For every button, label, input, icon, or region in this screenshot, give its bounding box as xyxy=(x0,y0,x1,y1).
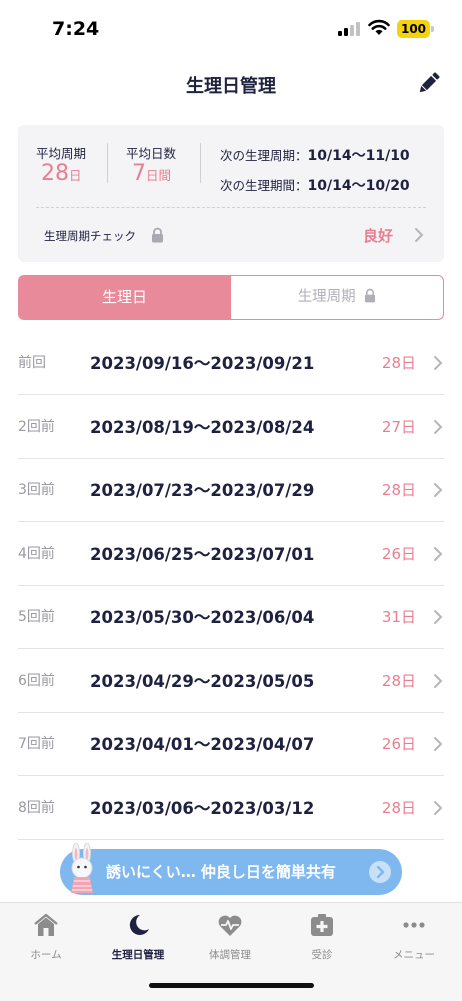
list-item[interactable]: 3回前 2023/07/23〜2023/07/29 28日 xyxy=(0,459,462,522)
cycle-check-row[interactable]: 生理周期チェック 良好 xyxy=(18,215,444,255)
row-cycle-days: 28日 xyxy=(381,481,416,499)
cycle-summary-card: 平均周期 28日 平均日数 7日間 次の生理周期：10/14〜11/10 次の生… xyxy=(18,125,444,262)
chevron-right-icon xyxy=(434,737,443,751)
battery-indicator: 100 xyxy=(397,20,430,38)
row-date-range: 2023/04/01〜2023/04/07 xyxy=(90,735,315,754)
heart-pulse-icon xyxy=(218,915,242,936)
list-item[interactable]: 6回前 2023/04/29〜2023/05/05 28日 xyxy=(0,650,462,713)
row-cycle-days: 28日 xyxy=(381,354,416,372)
row-label: 2回前 xyxy=(18,419,55,435)
tab-period-days[interactable]: 生理日 xyxy=(18,275,231,320)
list-item[interactable]: 前回 2023/09/16〜2023/09/21 28日 xyxy=(0,332,462,395)
next-cycle-label: 次の生理周期： xyxy=(220,148,308,163)
tab-period-management-label: 生理日管理 xyxy=(111,949,165,961)
list-item[interactable]: 4回前 2023/06/25〜2023/07/01 26日 xyxy=(0,523,462,586)
status-time: 7:24 xyxy=(52,18,100,40)
list-item[interactable]: 5回前 2023/05/30〜2023/06/04 31日 xyxy=(0,586,462,649)
list-item[interactable]: 2回前 2023/08/19〜2023/08/24 27日 xyxy=(0,396,462,459)
list-item[interactable]: 7回前 2023/04/01〜2023/04/07 26日 xyxy=(0,713,462,776)
row-cycle-days: 28日 xyxy=(381,799,416,817)
row-date-range: 2023/06/25〜2023/07/01 xyxy=(90,545,315,564)
chevron-right-icon xyxy=(434,547,443,561)
battery-tip xyxy=(431,26,434,32)
tab-menu[interactable]: メニュー xyxy=(368,913,460,962)
next-period-value: 10/14〜10/20 xyxy=(307,178,410,194)
divider xyxy=(200,143,201,183)
chevron-right-icon xyxy=(434,483,443,497)
next-cycle-row: 次の生理周期：10/14〜11/10 xyxy=(220,145,410,165)
avg-cycle-unit: 日 xyxy=(69,168,82,183)
row-label: 前回 xyxy=(18,355,46,371)
row-label: 6回前 xyxy=(18,673,55,689)
avg-days-unit: 日間 xyxy=(146,168,172,183)
row-cycle-days: 26日 xyxy=(381,545,416,563)
tab-home-label: ホーム xyxy=(30,949,62,961)
divider xyxy=(107,143,108,183)
more-dots-icon xyxy=(403,922,425,928)
tab-period-cycle-label: 生理周期 xyxy=(297,289,356,305)
row-divider xyxy=(18,648,444,649)
row-divider xyxy=(18,521,444,522)
home-icon xyxy=(34,913,58,936)
chevron-right-icon xyxy=(434,801,443,815)
avg-days-value: 7 xyxy=(132,161,146,186)
row-label: 4回前 xyxy=(18,546,55,562)
page-title: 生理日管理 xyxy=(186,76,276,97)
row-date-range: 2023/03/06〜2023/03/12 xyxy=(90,799,315,818)
tab-consultation[interactable]: 受診 xyxy=(276,913,368,962)
avg-cycle-stat: 28日 xyxy=(41,161,82,186)
tab-period-cycle[interactable]: 生理周期 xyxy=(231,275,444,320)
tab-home[interactable]: ホーム xyxy=(0,913,92,962)
chevron-right-icon xyxy=(434,674,443,688)
row-label: 8回前 xyxy=(18,800,55,816)
banner-text: 誘いにくい… 仲良し日を簡単共有 xyxy=(106,863,336,881)
row-cycle-days: 27日 xyxy=(381,418,416,436)
next-period-label: 次の生理期間： xyxy=(220,178,308,193)
avg-days-stat: 7日間 xyxy=(132,161,171,186)
tab-menu-label: メニュー xyxy=(393,949,435,961)
lock-icon xyxy=(152,227,163,243)
avg-cycle-label: 平均周期 xyxy=(36,146,87,161)
chevron-right-icon xyxy=(434,356,443,370)
tab-consultation-label: 受診 xyxy=(311,949,333,961)
row-date-range: 2023/09/16〜2023/09/21 xyxy=(90,354,315,373)
next-period-row: 次の生理期間：10/14〜10/20 xyxy=(220,175,410,195)
chevron-right-icon xyxy=(415,228,424,242)
lock-icon xyxy=(365,288,376,303)
avg-cycle-value: 28 xyxy=(41,161,69,186)
medical-cross-icon xyxy=(311,914,333,936)
tab-health[interactable]: 体調管理 xyxy=(184,913,276,962)
bunny-mascot-icon xyxy=(71,843,93,893)
tab-health-label: 体調管理 xyxy=(209,949,251,961)
tab-period-management[interactable]: 生理日管理 xyxy=(92,913,184,962)
arrow-right-circle-icon xyxy=(369,861,391,883)
dashed-divider xyxy=(36,207,426,208)
row-divider xyxy=(18,775,444,776)
edit-pencil-icon[interactable] xyxy=(414,68,444,98)
chevron-right-icon xyxy=(434,610,443,624)
row-label: 5回前 xyxy=(18,609,55,625)
wifi-icon xyxy=(368,19,390,35)
row-cycle-days: 28日 xyxy=(381,672,416,690)
row-divider xyxy=(18,394,444,395)
share-banner[interactable]: 誘いにくい… 仲良し日を簡単共有 xyxy=(60,843,402,895)
row-date-range: 2023/07/23〜2023/07/29 xyxy=(90,481,315,500)
row-cycle-days: 31日 xyxy=(381,608,416,626)
moon-icon xyxy=(129,914,149,935)
row-divider xyxy=(18,839,444,840)
row-cycle-days: 26日 xyxy=(381,735,416,753)
chevron-right-icon xyxy=(434,420,443,434)
row-date-range: 2023/05/30〜2023/06/04 xyxy=(90,608,315,627)
row-label: 7回前 xyxy=(18,736,55,752)
cellular-signal-icon xyxy=(338,22,360,36)
cycle-check-value: 良好 xyxy=(363,227,394,245)
list-item[interactable]: 8回前 2023/03/06〜2023/03/12 28日 xyxy=(0,777,462,840)
row-label: 3回前 xyxy=(18,482,55,498)
home-indicator xyxy=(149,983,314,988)
row-date-range: 2023/08/19〜2023/08/24 xyxy=(90,418,315,437)
next-cycle-value: 10/14〜11/10 xyxy=(307,148,410,164)
row-date-range: 2023/04/29〜2023/05/05 xyxy=(90,672,315,691)
cycle-check-label: 生理周期チェック xyxy=(44,229,136,243)
avg-days-label: 平均日数 xyxy=(126,146,177,161)
